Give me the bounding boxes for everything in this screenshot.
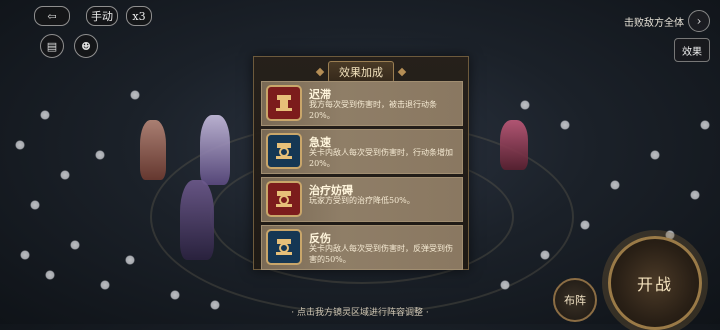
flower	[125, 255, 135, 265]
effect-description: 玩家方受到的治疗降低50%。	[309, 196, 415, 205]
flower	[610, 180, 620, 190]
flower	[70, 240, 80, 250]
panel-header: 效果加成	[315, 61, 407, 83]
flower	[650, 150, 660, 160]
effect-description: 关卡内敌人每次受到伤害时，反弹受到伤害的50%。	[309, 244, 453, 264]
effect-description: 我方每次受到伤害时，被击退行动条20%。	[309, 100, 437, 120]
victory-condition: 击败敌方全体	[624, 18, 684, 29]
flower	[130, 90, 140, 100]
ally-character[interactable]	[140, 120, 166, 180]
panel-title: 效果加成	[328, 61, 394, 83]
start-battle-button[interactable]: 开战	[608, 236, 702, 330]
formation-hint: · 点击我方镜灵区域进行阵容调整 ·	[291, 308, 429, 318]
effect-bonus-panel: 效果加成 迟滞 我方每次受到伤害时，被击退行动条20%。 急速 关卡内敌人每次受…	[253, 56, 469, 270]
effect-card-haste: 急速 关卡内敌人每次受到伤害时，行动条增加20%。	[261, 129, 463, 174]
formation-button[interactable]: 布阵	[553, 278, 597, 322]
flower	[15, 140, 25, 150]
flower	[20, 250, 30, 260]
back-arrow-icon: ⇦	[47, 9, 57, 23]
debuff-emblem-icon	[266, 85, 302, 121]
flower	[45, 270, 55, 280]
flower	[30, 200, 40, 210]
enemy-character	[500, 120, 528, 170]
effect-description: 关卡内敌人每次受到伤害时，行动条增加20%。	[309, 148, 453, 168]
diamond-ornament-icon	[397, 67, 407, 77]
flower	[700, 120, 710, 130]
speed-label: x3	[132, 9, 146, 23]
victory-details-button[interactable]: ›	[688, 10, 710, 32]
chevron-right-icon: ›	[696, 14, 702, 28]
flower	[95, 150, 105, 160]
friend-button[interactable]: ☻	[74, 34, 98, 58]
effect-card-slow: 迟滞 我方每次受到伤害时，被击退行动条20%。	[261, 81, 463, 126]
effect-card-heal-reduction: 治疗妨碍 玩家方受到的治疗降低50%。	[261, 177, 463, 222]
diamond-ornament-icon	[315, 67, 325, 77]
flower	[540, 250, 550, 260]
flower	[560, 120, 570, 130]
buff-emblem-icon	[266, 229, 302, 265]
speed-button[interactable]: x3	[126, 6, 152, 26]
effect-card-reflect: 反伤 关卡内敌人每次受到伤害时，反弹受到伤害的50%。	[261, 225, 463, 270]
flower	[500, 280, 510, 290]
flower	[580, 220, 590, 230]
buff-emblem-icon	[266, 133, 302, 169]
flower	[100, 280, 110, 290]
auto-toggle-label: 手动	[91, 10, 113, 23]
ally-character[interactable]	[200, 115, 230, 185]
flower	[60, 170, 70, 180]
chat-icon: ▤	[46, 39, 58, 53]
flower	[520, 100, 530, 110]
debuff-emblem-icon	[266, 181, 302, 217]
ally-character[interactable]	[180, 180, 214, 260]
effect-button[interactable]: 效果	[674, 38, 710, 62]
friend-icon: ☻	[81, 39, 91, 53]
chat-button[interactable]: ▤	[40, 34, 64, 58]
flower	[690, 190, 700, 200]
back-button[interactable]: ⇦	[34, 6, 70, 26]
flower	[40, 110, 50, 120]
flower	[170, 290, 180, 300]
auto-toggle-button[interactable]: 手动	[86, 6, 118, 26]
